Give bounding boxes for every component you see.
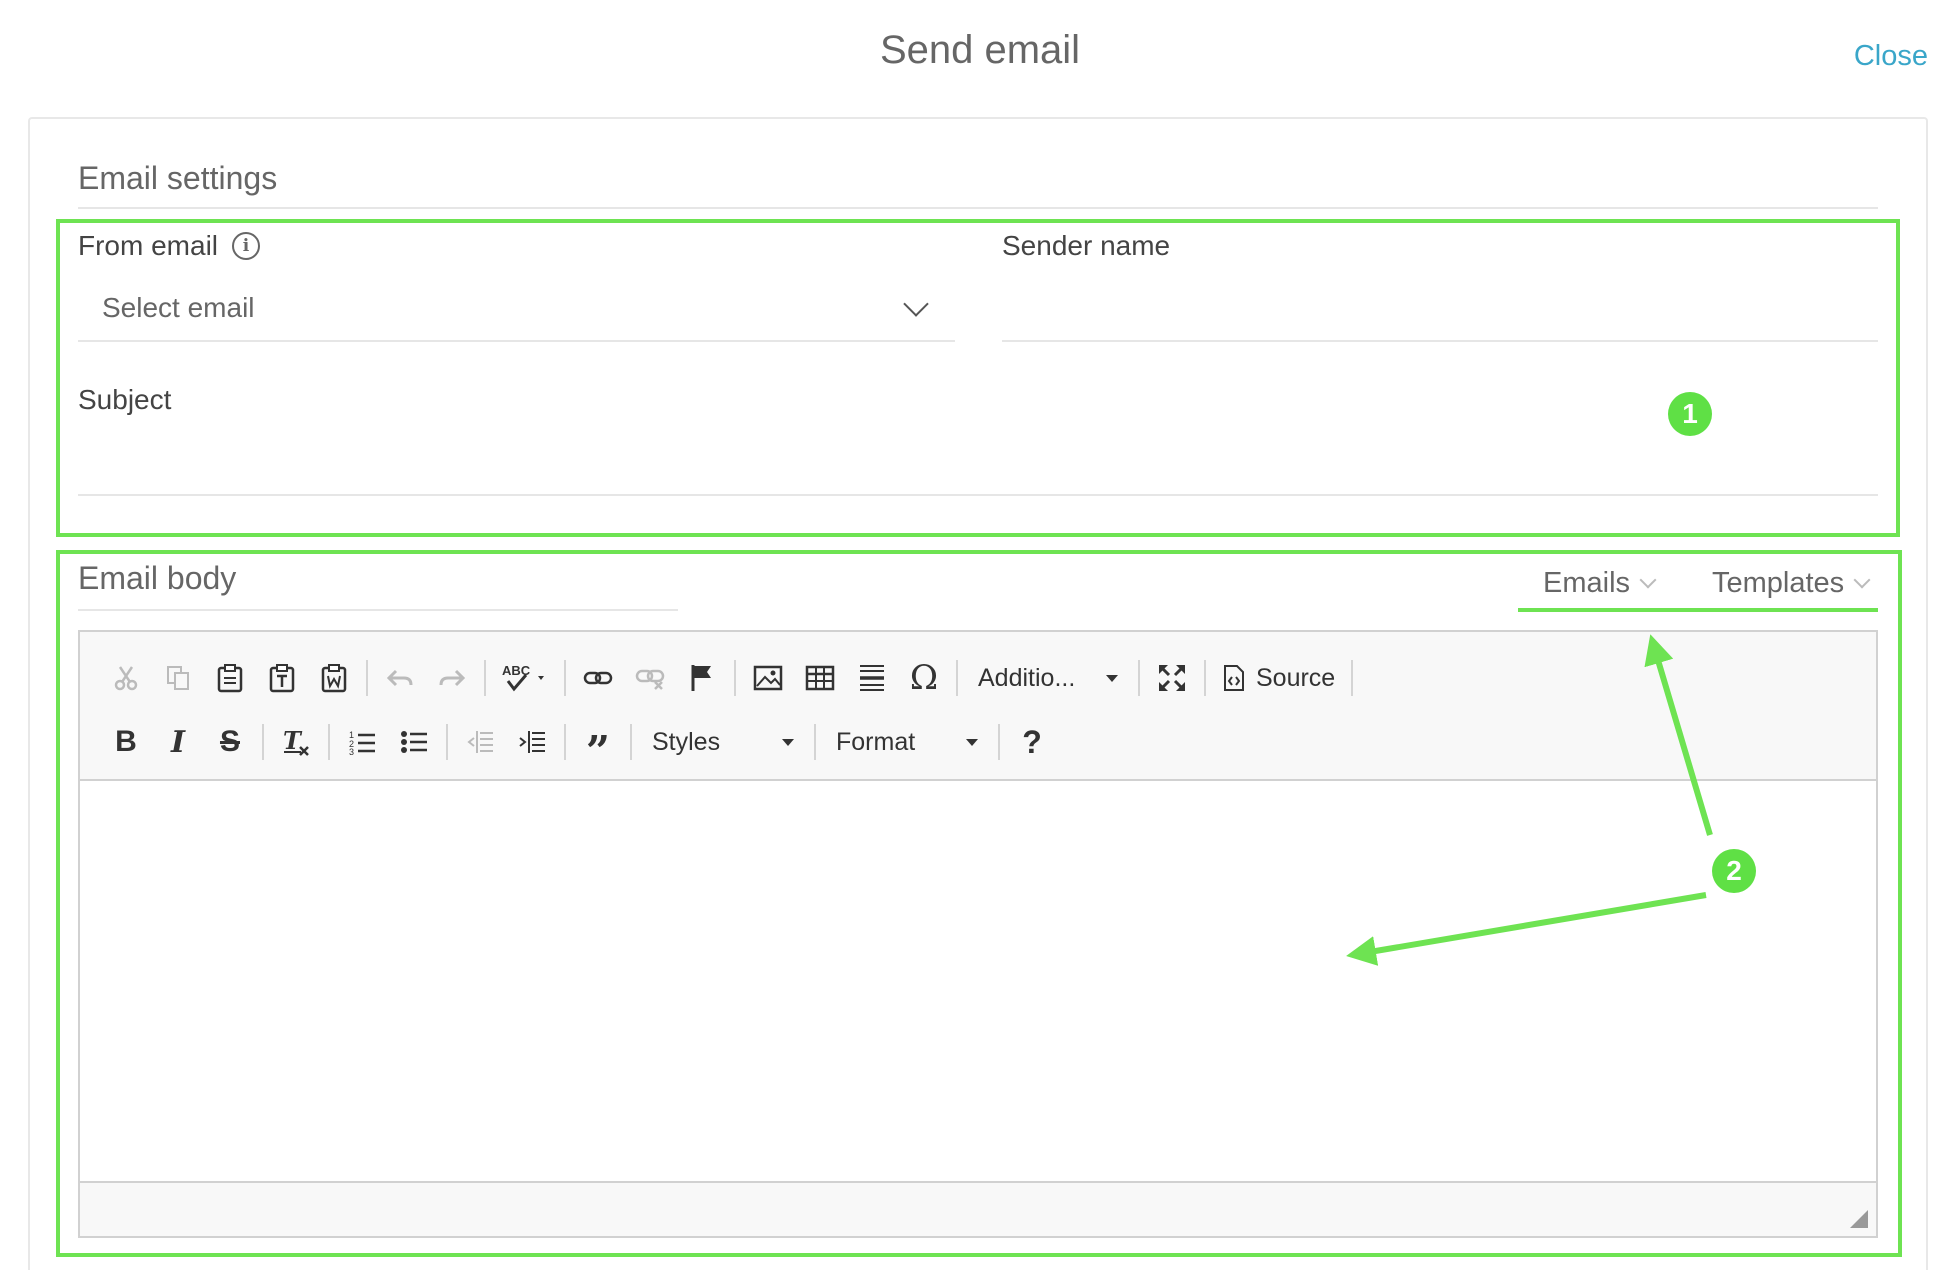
annotation-arrow-up [1644, 634, 1713, 836]
annotation-arrow-left [1346, 892, 1707, 966]
annotation-arrows [1346, 634, 1713, 966]
